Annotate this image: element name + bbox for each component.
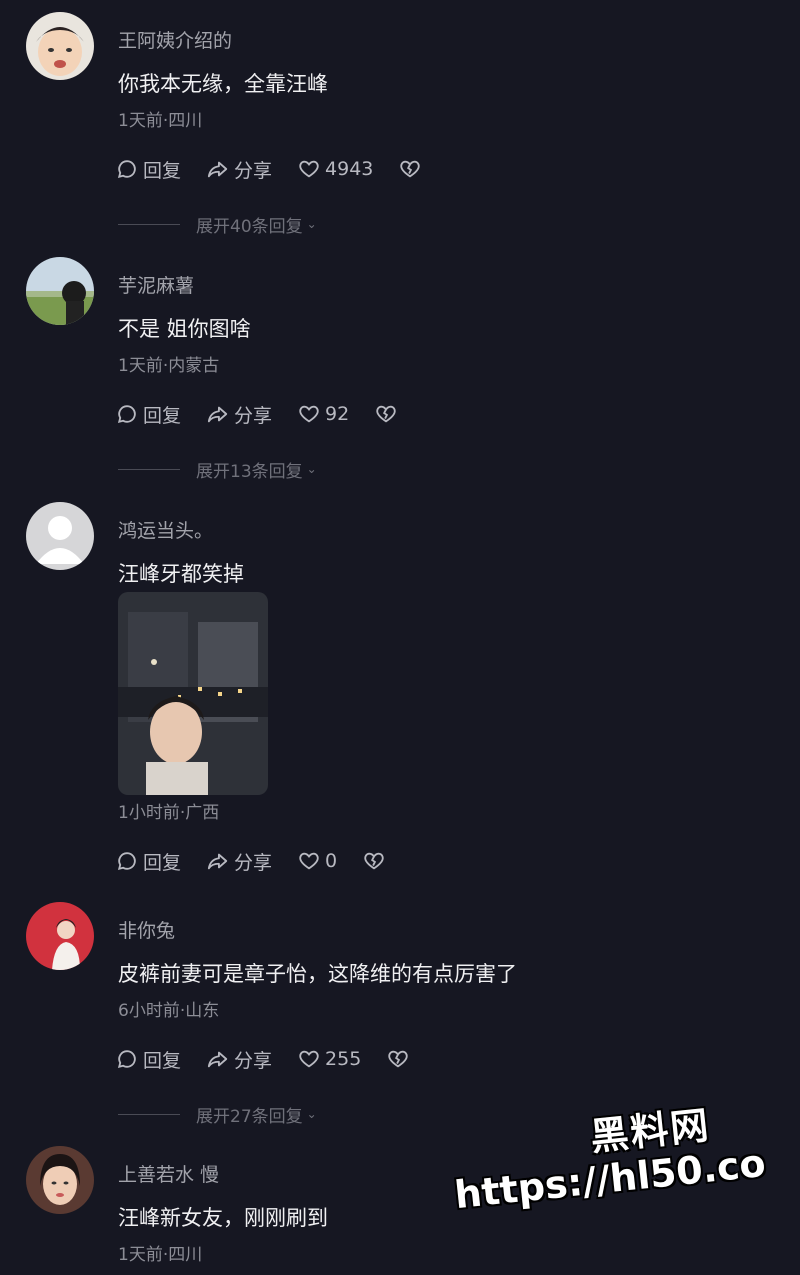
broken-heart-icon	[388, 1050, 408, 1068]
reply-button[interactable]: 回复	[116, 848, 181, 875]
like-count: 4943	[325, 158, 374, 180]
comment-meta: 1天前·内蒙古	[118, 356, 220, 376]
avatar[interactable]	[26, 12, 94, 80]
heart-icon	[299, 1050, 319, 1068]
divider-line	[118, 468, 180, 470]
avatar[interactable]	[26, 902, 94, 970]
like-button[interactable]: 92	[298, 403, 349, 425]
avatar[interactable]	[26, 257, 94, 325]
watermark: 黑料网 https://hl50.co	[440, 1100, 780, 1217]
share-arrow-icon	[207, 1051, 228, 1068]
reply-label: 回复	[143, 404, 182, 427]
action-bar: 回复 分享 255	[116, 1044, 409, 1074]
broken-heart-icon	[364, 852, 384, 870]
share-button[interactable]: 分享	[207, 156, 272, 183]
share-button[interactable]: 分享	[207, 401, 272, 428]
username[interactable]: 芋泥麻薯	[118, 271, 194, 298]
action-bar: 回复 分享 4943	[116, 154, 421, 184]
chevron-down-icon: ⌄	[306, 1107, 317, 1121]
avatar[interactable]	[26, 1146, 94, 1214]
comment-meta: 1天前·四川	[118, 111, 203, 131]
expand-replies[interactable]: 展开27条回复 ⌄	[118, 1102, 317, 1127]
reply-label: 回复	[143, 1049, 182, 1072]
watermark-title: 黑料网	[588, 1102, 713, 1160]
divider-line	[118, 223, 180, 225]
share-arrow-icon	[207, 161, 228, 178]
dislike-button[interactable]	[387, 1048, 409, 1070]
like-count: 92	[325, 403, 350, 425]
broken-heart-icon	[400, 160, 421, 178]
dislike-button[interactable]	[375, 403, 397, 425]
comment-text: 汪峰牙都笑掉	[118, 562, 244, 586]
comment-meta: 6小时前·山东	[118, 1001, 220, 1021]
share-label: 分享	[234, 404, 273, 427]
comment-text: 皮裤前妻可是章子怡，这降维的有点厉害了	[118, 962, 517, 986]
share-label: 分享	[234, 1049, 273, 1072]
comment-text: 汪峰新女友，刚刚刷到	[118, 1206, 328, 1230]
reply-button[interactable]: 回复	[116, 156, 181, 183]
chevron-down-icon: ⌄	[306, 217, 317, 231]
comment-meta: 1天前·四川	[118, 1245, 203, 1265]
reply-label: 回复	[143, 159, 182, 182]
like-button[interactable]: 0	[298, 850, 337, 872]
comment-text: 你我本无缘，全靠汪峰	[118, 72, 328, 96]
chevron-down-icon: ⌄	[306, 462, 317, 476]
reply-button[interactable]: 回复	[116, 1046, 181, 1073]
comment-bubble-icon	[117, 160, 136, 179]
like-button[interactable]: 255	[298, 1048, 361, 1070]
share-label: 分享	[234, 159, 273, 182]
divider-line	[118, 1113, 180, 1115]
reply-button[interactable]: 回复	[116, 401, 181, 428]
expand-label: 展开40条回复	[196, 216, 303, 237]
share-button[interactable]: 分享	[207, 1046, 272, 1073]
comment-photo[interactable]	[118, 592, 268, 795]
heart-icon	[299, 405, 319, 423]
heart-icon	[299, 852, 319, 870]
comment-bubble-icon	[117, 1050, 136, 1069]
username[interactable]: 非你兔	[118, 916, 175, 943]
comment-bubble-icon	[117, 405, 136, 424]
like-count: 0	[325, 850, 338, 872]
dislike-button[interactable]	[399, 158, 421, 180]
reply-label: 回复	[143, 851, 182, 874]
username[interactable]: 王阿姨介绍的	[118, 26, 232, 53]
watermark-url: https://hl50.co	[452, 1140, 768, 1218]
comments-page: 王阿姨介绍的 你我本无缘，全靠汪峰 1天前·四川 回复 分享 4943 展开40…	[0, 0, 800, 1275]
share-label: 分享	[234, 851, 273, 874]
expand-label: 展开13条回复	[196, 461, 303, 482]
comment-text: 不是 姐你图啥	[118, 317, 251, 341]
username[interactable]: 上善若水 慢	[118, 1160, 219, 1187]
like-button[interactable]: 4943	[298, 158, 373, 180]
like-count: 255	[325, 1048, 362, 1070]
share-arrow-icon	[207, 853, 228, 870]
username[interactable]: 鸿运当头。	[118, 516, 213, 543]
comment-meta: 1小时前·广西	[118, 803, 220, 823]
share-arrow-icon	[207, 406, 228, 423]
expand-replies[interactable]: 展开40条回复 ⌄	[118, 212, 317, 237]
expand-replies[interactable]: 展开13条回复 ⌄	[118, 457, 317, 482]
comment-bubble-icon	[117, 852, 136, 871]
dislike-button[interactable]	[363, 850, 385, 872]
broken-heart-icon	[376, 405, 396, 423]
expand-label: 展开27条回复	[196, 1106, 303, 1127]
action-bar: 回复 分享 0	[116, 846, 385, 876]
heart-icon	[299, 160, 319, 178]
avatar[interactable]	[26, 502, 94, 570]
action-bar: 回复 分享 92	[116, 399, 397, 429]
share-button[interactable]: 分享	[207, 848, 272, 875]
